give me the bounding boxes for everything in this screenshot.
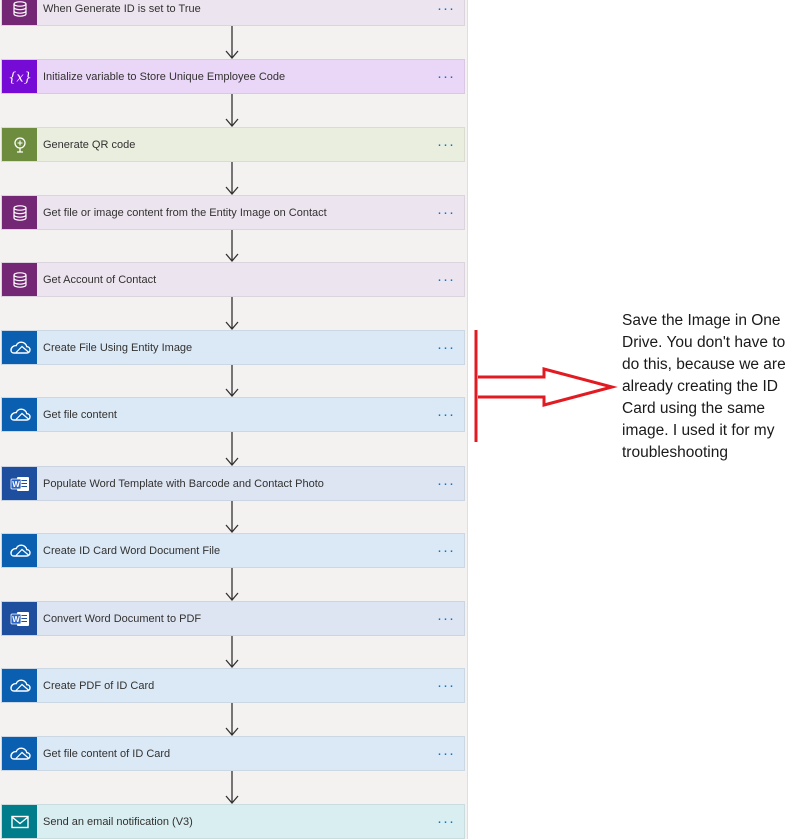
more-options-button[interactable]: ···: [428, 398, 464, 431]
flow-step[interactable]: When Generate ID is set to True ···: [1, 0, 465, 26]
annotation-text: Save the Image in One Drive. You don't h…: [622, 312, 786, 461]
more-options-button[interactable]: ···: [428, 128, 464, 161]
flow-step-label: Generate QR code: [43, 138, 136, 151]
onedrive-icon: [2, 737, 37, 770]
flow-connector-arrow[interactable]: [224, 501, 240, 533]
flow-step-label: Get file content of ID Card: [43, 747, 171, 760]
flow-canvas: When Generate ID is set to True ··· {x} Ini…: [0, 0, 805, 839]
onedrive-icon: [2, 534, 37, 567]
flow-step[interactable]: Create PDF of ID Card ···: [1, 668, 465, 703]
flow-step-label: Initialize variable to Store Unique Empl…: [43, 70, 286, 83]
more-options-button[interactable]: ···: [428, 263, 464, 296]
svg-text:{x}: {x}: [8, 70, 32, 85]
more-options-button[interactable]: ···: [428, 602, 464, 635]
flow-step-label: Convert Word Document to PDF: [43, 612, 202, 625]
flow-connector-arrow[interactable]: [224, 568, 240, 601]
flow-connector-arrow[interactable]: [224, 162, 240, 195]
flow-step[interactable]: W Convert Word Document to PDF ···: [1, 601, 465, 636]
flow-step[interactable]: Get file content ···: [1, 397, 465, 432]
flow-connector-arrow[interactable]: [224, 771, 240, 804]
flow-connector-arrow[interactable]: [224, 26, 240, 59]
flow-step[interactable]: Create ID Card Word Document File ···: [1, 533, 465, 568]
more-options-button[interactable]: ···: [428, 196, 464, 229]
flow-connector-arrow[interactable]: [224, 94, 240, 127]
flow-connector-arrow[interactable]: [224, 230, 240, 262]
svg-text:W: W: [12, 615, 20, 624]
flow-connector-arrow[interactable]: [224, 365, 240, 397]
onedrive-icon: [2, 331, 37, 364]
flow-step-label: Populate Word Template with Barcode and …: [43, 477, 324, 490]
dataverse-icon: [2, 196, 37, 229]
flow-connector-arrow[interactable]: [224, 703, 240, 736]
flow-step[interactable]: Send an email notification (V3) ···: [1, 804, 465, 839]
onedrive-icon: [2, 669, 37, 702]
flow-step[interactable]: Get file content of ID Card ···: [1, 736, 465, 771]
dataverse-icon: [2, 0, 37, 25]
flow-step[interactable]: {x} Initialize variable to Store Unique E…: [1, 59, 465, 94]
flow-step-label: Create File Using Entity Image: [43, 341, 193, 354]
more-options-button[interactable]: ···: [428, 669, 464, 702]
flow-connector-arrow[interactable]: [224, 297, 240, 330]
flow-step-label: Get file or image content from the Entit…: [43, 206, 327, 219]
qr-service-icon: [2, 128, 37, 161]
word-icon: W: [2, 467, 37, 500]
onedrive-icon: [2, 398, 37, 431]
more-options-button[interactable]: ···: [428, 0, 464, 25]
flow-connector-arrow[interactable]: [224, 432, 240, 466]
dataverse-icon: [2, 263, 37, 296]
flow-step[interactable]: Get file or image content from the Entit…: [1, 195, 465, 230]
flow-step-label: Create PDF of ID Card: [43, 679, 155, 692]
flow-step-label: Get Account of Contact: [43, 273, 157, 286]
flow-step-label: Create ID Card Word Document File: [43, 544, 221, 557]
flow-step[interactable]: Get Account of Contact ···: [1, 262, 465, 297]
more-options-button[interactable]: ···: [428, 737, 464, 770]
more-options-button[interactable]: ···: [428, 534, 464, 567]
flow-step[interactable]: W Populate Word Template with Barcode and…: [1, 466, 465, 501]
mail-icon: [2, 805, 37, 838]
flow-step[interactable]: Generate QR code ···: [1, 127, 465, 162]
callout-arrow: [474, 330, 618, 442]
more-options-button[interactable]: ···: [428, 60, 464, 93]
more-options-button[interactable]: ···: [428, 331, 464, 364]
more-options-button[interactable]: ···: [428, 805, 464, 838]
flow-step-label: Send an email notification (V3): [43, 815, 193, 828]
more-options-button[interactable]: ···: [428, 467, 464, 500]
flow-step[interactable]: Create File Using Entity Image ···: [1, 330, 465, 365]
word-icon: W: [2, 602, 37, 635]
svg-text:W: W: [12, 480, 20, 489]
flow-step-label: When Generate ID is set to True: [43, 2, 201, 15]
flow-connector-arrow[interactable]: [224, 636, 240, 668]
variable-icon: {x}: [2, 60, 37, 93]
flow-step-label: Get file content: [43, 408, 117, 421]
